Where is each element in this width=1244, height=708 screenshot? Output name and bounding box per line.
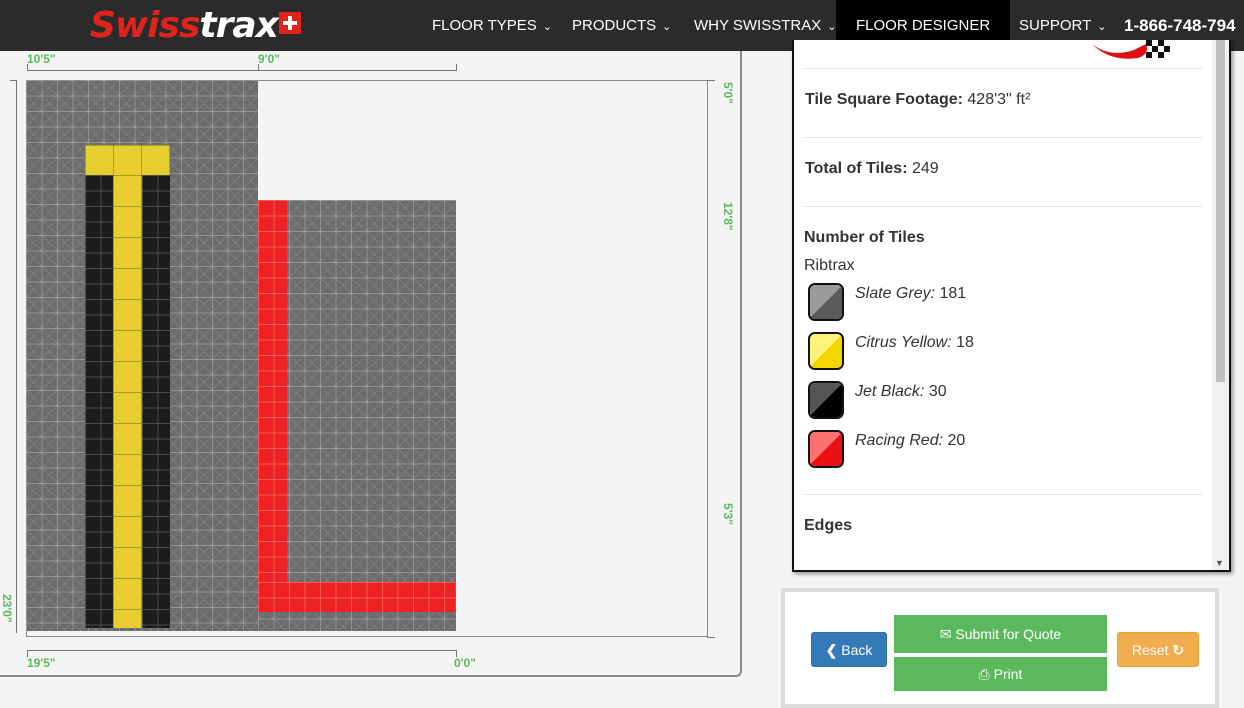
panel-scrollbar[interactable]: ▼ xyxy=(1212,40,1229,570)
reset-label: Reset xyxy=(1131,642,1169,658)
tile-name: Racing Red: xyxy=(855,432,944,449)
envelope-icon: ✉ xyxy=(939,626,952,642)
slate-grey-swatch xyxy=(808,283,844,321)
square-footage-label: Tile Square Footage: xyxy=(805,91,963,108)
nav-products[interactable]: PRODUCTS ⌄ xyxy=(572,0,671,51)
nav-floor-types[interactable]: FLOOR TYPES ⌄ xyxy=(432,0,552,51)
reset-button[interactable]: Reset ↻ xyxy=(1117,632,1199,667)
ruler-tick xyxy=(10,80,17,81)
swisstrax-logo[interactable]: Swisstrax xyxy=(90,4,301,48)
divider xyxy=(804,494,1202,495)
ruler-top xyxy=(27,70,457,71)
action-panel: ❮ Back ✉ Submit for Quote ⎙ Print Reset … xyxy=(781,588,1219,708)
back-button[interactable]: ❮ Back xyxy=(811,632,887,667)
jet-black-strip-right[interactable] xyxy=(142,175,170,628)
nav-support-label: SUPPORT xyxy=(1019,17,1092,34)
total-tiles-label: Total of Tiles: xyxy=(805,160,908,177)
submit-quote-label: Submit for Quote xyxy=(955,626,1062,642)
tile-count: 18 xyxy=(956,334,974,351)
jet-black-strip-left[interactable] xyxy=(85,175,113,628)
nav-products-label: PRODUCTS xyxy=(572,17,657,34)
citrus-yellow-swatch xyxy=(808,332,844,370)
ruler-tick xyxy=(456,64,457,71)
chevron-left-icon: ❮ xyxy=(825,642,838,658)
logo-text-part1: Swiss xyxy=(90,5,200,46)
refresh-icon: ↻ xyxy=(1172,642,1185,658)
back-button-label: Back xyxy=(841,642,873,658)
submit-quote-button[interactable]: ✉ Submit for Quote xyxy=(894,615,1107,653)
ruler-tick xyxy=(707,80,715,81)
print-label: Print xyxy=(993,666,1023,682)
edges-heading: Edges xyxy=(804,517,853,534)
divider xyxy=(804,137,1202,138)
ruler-tick xyxy=(707,637,715,638)
dimension-right-mid: 12'8" xyxy=(721,202,735,231)
tile-name: Jet Black: xyxy=(855,383,925,400)
tile-count: 30 xyxy=(928,383,947,400)
logo-text-part2: trax xyxy=(199,5,278,46)
dimension-right-bottom: 5'3" xyxy=(721,503,735,525)
racing-red-horizontal[interactable] xyxy=(258,582,455,612)
print-button[interactable]: ⎙ Print xyxy=(894,657,1107,691)
chevron-down-icon: ⌄ xyxy=(542,21,552,33)
tile-name: Citrus Yellow: xyxy=(855,334,952,351)
dimension-top-left: 10'5" xyxy=(27,52,56,66)
tile-count: 20 xyxy=(947,432,966,449)
racing-red-swatch xyxy=(808,430,844,468)
dimension-top-right: 9'0" xyxy=(258,52,280,66)
total-tiles-value: 249 xyxy=(911,160,939,177)
ruler-tick xyxy=(27,64,28,71)
floor-area-right[interactable] xyxy=(258,200,456,631)
ruler-left xyxy=(16,80,17,633)
chevron-down-icon: ⌄ xyxy=(662,21,672,33)
total-tiles-row: Total of Tiles: 249 xyxy=(805,160,939,178)
tile-count: 181 xyxy=(939,285,967,302)
dimension-left-total: 23'0" xyxy=(0,594,14,623)
scrollbar-thumb[interactable] xyxy=(1216,40,1225,382)
tile-name: Slate Grey: xyxy=(855,285,936,302)
swiss-cross-icon xyxy=(278,12,301,34)
citrus-yellow-stripe[interactable] xyxy=(113,175,142,628)
nav-why-swisstrax-label: WHY SWISSTRAX xyxy=(694,17,822,34)
square-footage-row: Tile Square Footage: 428'3" ft² xyxy=(805,91,1030,109)
nav-floor-designer-label: FLOOR DESIGNER xyxy=(856,17,991,34)
square-footage-value: 428'3" ft² xyxy=(967,91,1031,108)
scroll-down-arrow-icon[interactable]: ▼ xyxy=(1215,558,1224,568)
dimension-bottom-left: 19'5" xyxy=(27,656,56,670)
divider xyxy=(804,68,1202,69)
divider xyxy=(804,206,1202,207)
tile-summary-panel: Tile Square Footage: 428'3" ft² Total of… xyxy=(792,40,1231,572)
ruler-tick xyxy=(258,64,259,71)
racing-red-vertical[interactable] xyxy=(258,200,287,612)
dimension-bottom-right: 0'0" xyxy=(454,656,476,670)
dimension-right-top: 5'0" xyxy=(721,82,735,104)
citrus-yellow-top-bar[interactable] xyxy=(85,145,170,175)
number-of-tiles-heading: Number of Tiles xyxy=(804,229,925,246)
jet-black-swatch xyxy=(808,381,844,419)
nav-floor-types-label: FLOOR TYPES xyxy=(432,17,537,34)
printer-icon: ⎙ xyxy=(978,666,990,682)
tile-type-label: Ribtrax xyxy=(804,257,855,274)
checkered-flag-logo xyxy=(1092,40,1170,59)
ruler-bottom xyxy=(27,650,457,651)
